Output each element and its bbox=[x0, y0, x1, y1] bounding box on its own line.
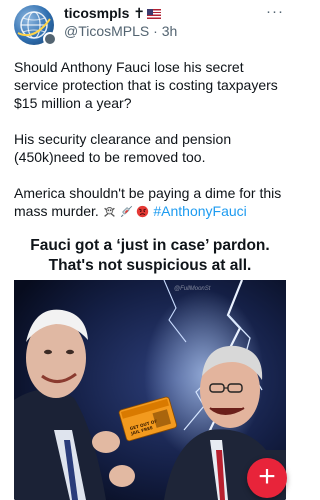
compose-plus-icon: + bbox=[258, 460, 276, 493]
more-horizontal-icon[interactable]: ··· bbox=[266, 3, 284, 20]
display-name[interactable]: ticosmpls ✝ bbox=[64, 5, 161, 22]
syringe-icon bbox=[120, 205, 132, 218]
watermark: @FullMoonSt bbox=[174, 286, 211, 292]
meme-caption: Fauci got a ‘just in case’ pardon. That'… bbox=[30, 237, 270, 274]
meme-photo: GET OUT OF JAIL FREE @FullMoonSt bbox=[14, 280, 286, 500]
angry-face-icon bbox=[137, 205, 149, 218]
tweet-header: ticosmpls ✝ @TicosMPLS · 3h ··· bbox=[14, 3, 292, 46]
tweet-media[interactable]: Fauci got a ‘just in case’ pardon. That'… bbox=[14, 228, 286, 500]
avatar-badge bbox=[43, 32, 57, 46]
handle-row: @TicosMPLS · 3h bbox=[64, 23, 177, 39]
meme-photo-illustration: GET OUT OF JAIL FREE bbox=[14, 280, 286, 500]
tweet-paragraph-3: America shouldn't be paying a dime for t… bbox=[14, 184, 290, 220]
cross-icon: ✝ bbox=[133, 5, 145, 21]
separator-dot: · bbox=[153, 23, 158, 39]
tweet-paragraph-2: His security clearance and pension (450k… bbox=[14, 131, 232, 165]
tweet-paragraph-1: Should Anthony Fauci lose his secret ser… bbox=[14, 59, 278, 111]
compose-button[interactable]: + bbox=[247, 458, 287, 498]
skull-crossbones-icon bbox=[103, 207, 115, 217]
display-name-text: ticosmpls bbox=[64, 5, 130, 21]
tweet-text: Should Anthony Fauci lose his secret ser… bbox=[14, 58, 290, 238]
hashtag-link[interactable]: #AnthonyFauci bbox=[153, 203, 246, 219]
handle[interactable]: @TicosMPLS bbox=[64, 23, 149, 39]
us-flag-icon bbox=[146, 9, 161, 19]
timestamp[interactable]: 3h bbox=[162, 23, 178, 39]
